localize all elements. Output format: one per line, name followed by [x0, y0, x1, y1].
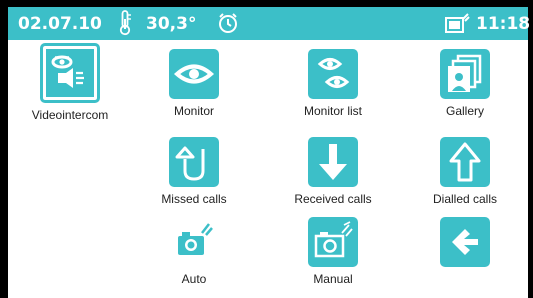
- camera-auto-icon: [178, 223, 213, 255]
- menu-panel: Videointercom Monitor Monitor list Galle…: [8, 40, 528, 298]
- menu-item-monitor-list[interactable]: Monitor list: [278, 49, 388, 118]
- menu-item-label: Gallery: [445, 104, 484, 118]
- menu-item-dialled-calls[interactable]: Dialled calls: [410, 137, 520, 206]
- menu-item-label: Dialled calls: [432, 192, 498, 206]
- menu-item-label: Manual: [313, 272, 353, 286]
- eye-icon: [173, 64, 215, 84]
- back-arrow-icon: [452, 229, 478, 255]
- menu-item-label: Missed calls: [161, 192, 227, 206]
- alarm-clock-icon[interactable]: [217, 12, 239, 34]
- videointercom-button[interactable]: [40, 43, 100, 103]
- monitor-button[interactable]: [169, 49, 219, 99]
- missed-call-arrow-icon: [175, 146, 205, 181]
- menu-item-label: Received calls: [294, 192, 372, 206]
- gallery-button[interactable]: [440, 49, 490, 99]
- menu-item-received-calls[interactable]: Received calls: [278, 137, 388, 206]
- monitor-list-button[interactable]: [308, 49, 358, 99]
- menu-item-label: Monitor: [173, 104, 214, 118]
- status-bar: 02.07.10 30,3° 11:18: [8, 7, 531, 40]
- screen-frame: 02.07.10 30,3° 11:18 Videointercom Monit…: [0, 0, 533, 298]
- dialled-calls-button[interactable]: [440, 137, 490, 187]
- menu-item-gallery[interactable]: Gallery: [410, 49, 520, 118]
- manual-button[interactable]: [308, 217, 358, 267]
- menu-item-missed-calls[interactable]: Missed calls: [139, 137, 249, 206]
- thermometer-icon: [119, 10, 131, 36]
- menu-item-label: Monitor list: [303, 104, 362, 118]
- down-arrow-icon: [319, 144, 347, 180]
- menu-item-manual[interactable]: Manual: [278, 217, 388, 286]
- up-arrow-icon: [449, 142, 481, 182]
- back-button[interactable]: [440, 217, 490, 267]
- videointercom-icon: [51, 55, 84, 88]
- clock-time: 11:18: [476, 14, 531, 34]
- eye-list-icon: [317, 58, 350, 88]
- menu-item-videointercom[interactable]: Videointercom: [15, 43, 125, 122]
- date-text: 02.07.10: [18, 14, 102, 34]
- camera-manual-icon: [314, 221, 353, 258]
- menu-item-auto[interactable]: Auto: [139, 217, 249, 286]
- menu-item-monitor[interactable]: Monitor: [139, 49, 249, 118]
- received-calls-button[interactable]: [308, 137, 358, 187]
- gallery-icon: [448, 54, 482, 92]
- menu-item-back[interactable]: [410, 217, 520, 267]
- menu-item-label: Videointercom: [31, 108, 109, 122]
- menu-item-label: Auto: [181, 272, 207, 286]
- missed-calls-button[interactable]: [169, 137, 219, 187]
- temperature-text: 30,3°: [146, 14, 197, 34]
- camera-memory-icon[interactable]: [444, 11, 470, 35]
- auto-button[interactable]: [169, 217, 219, 267]
